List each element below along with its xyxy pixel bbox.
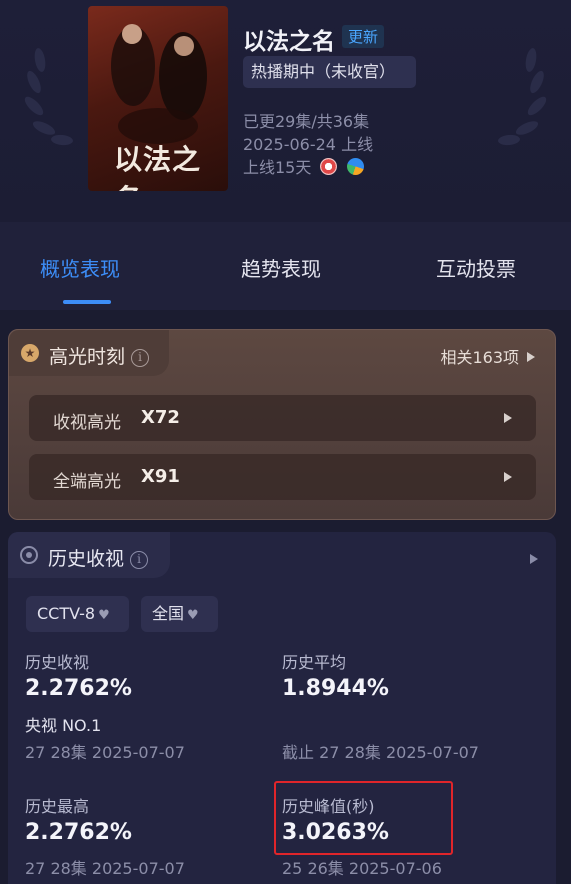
- region-select[interactable]: 全国 ♥: [141, 596, 218, 632]
- channel-select-value: CCTV-8: [37, 604, 96, 623]
- tab-bar: 概览表现 趋势表现 互动投票: [0, 222, 571, 310]
- history-more-button[interactable]: [530, 550, 538, 569]
- tab-trend[interactable]: 趋势表现: [241, 253, 321, 282]
- history-title-text: 历史收视: [48, 548, 125, 570]
- update-badge: 更新: [342, 25, 385, 48]
- laurel-right-icon: [498, 48, 547, 146]
- highlight-row-label: 收视高光: [53, 413, 121, 433]
- stat-history-max-episode: 27 28集 2025-07-07: [25, 859, 185, 878]
- release-date: 2025-06-24 上线: [243, 135, 374, 154]
- highlights-related-text: 相关163项: [440, 348, 519, 367]
- show-header: 以法之名 以法之名 更新 热播期中（未收官） 已更29集/共36集 2025-0…: [0, 0, 571, 222]
- highlights-title-text: 高光时刻: [49, 346, 126, 368]
- highlights-card: ★ 高光时刻 i 相关163项 收视高光 X72 全端高光 X91: [8, 329, 556, 520]
- info-icon[interactable]: i: [130, 551, 149, 569]
- stat-history-rating-episode: 27 28集 2025-07-07: [25, 743, 185, 762]
- show-title: 以法之名: [243, 29, 335, 55]
- channel-select[interactable]: CCTV-8 ♥: [26, 596, 129, 632]
- history-title-tab: 历史收视 i: [8, 532, 170, 578]
- stat-history-avg-value: 1.8944%: [282, 676, 389, 701]
- star-badge-icon: ★: [21, 344, 39, 362]
- stat-history-avg-label: 历史平均: [282, 653, 347, 672]
- triangle-right-icon: [530, 554, 538, 564]
- active-tab-indicator: [63, 300, 111, 304]
- highlights-related-link[interactable]: 相关163项: [440, 344, 535, 368]
- highlights-title: 高光时刻 i: [49, 342, 150, 369]
- heart-dropdown-icon: ♥: [187, 608, 199, 623]
- target-icon: [20, 546, 38, 564]
- stat-history-max-value: 2.2762%: [25, 820, 132, 845]
- history-title: 历史收视 i: [48, 544, 149, 571]
- streaming-platform-icon: [346, 158, 364, 175]
- highlight-row-value: X91: [141, 466, 180, 487]
- tab-overview[interactable]: 概览表现: [40, 253, 120, 282]
- highlight-row-ratings[interactable]: 收视高光 X72: [29, 395, 536, 441]
- highlight-row-all-platform[interactable]: 全端高光 X91: [29, 454, 536, 500]
- highlight-row-value: X72: [141, 407, 180, 428]
- highlights-title-tab: ★ 高光时刻 i: [9, 330, 169, 376]
- stat-history-rating-rank: 央视 NO.1: [25, 716, 102, 735]
- days-online: 上线15天: [243, 158, 312, 177]
- heart-dropdown-icon: ♥: [98, 608, 110, 623]
- episode-count: 已更29集/共36集: [243, 112, 370, 131]
- highlight-annotation-box: [274, 781, 453, 855]
- cctv-platform-icon: [320, 158, 338, 175]
- region-select-value: 全国: [152, 604, 185, 623]
- stat-history-rating-label: 历史收视: [25, 653, 90, 672]
- stat-history-max-label: 历史最高: [25, 797, 90, 816]
- show-poster[interactable]: 以法之名: [88, 6, 228, 191]
- triangle-right-icon: [504, 472, 512, 482]
- status-chip: 热播期中（未收官）: [243, 56, 416, 88]
- stat-history-peak-episode: 25 26集 2025-07-06: [282, 859, 442, 878]
- triangle-right-icon: [527, 352, 535, 362]
- tab-vote[interactable]: 互动投票: [436, 253, 516, 282]
- triangle-right-icon: [504, 413, 512, 423]
- poster-title: 以法之名: [114, 143, 202, 191]
- laurel-left-icon: [24, 48, 73, 146]
- stat-history-avg-episode: 截止 27 28集 2025-07-07: [282, 743, 479, 762]
- stat-history-rating-value: 2.2762%: [25, 676, 132, 701]
- highlight-row-label: 全端高光: [53, 472, 121, 492]
- days-online-row: 上线15天: [243, 154, 364, 178]
- info-icon[interactable]: i: [131, 349, 150, 367]
